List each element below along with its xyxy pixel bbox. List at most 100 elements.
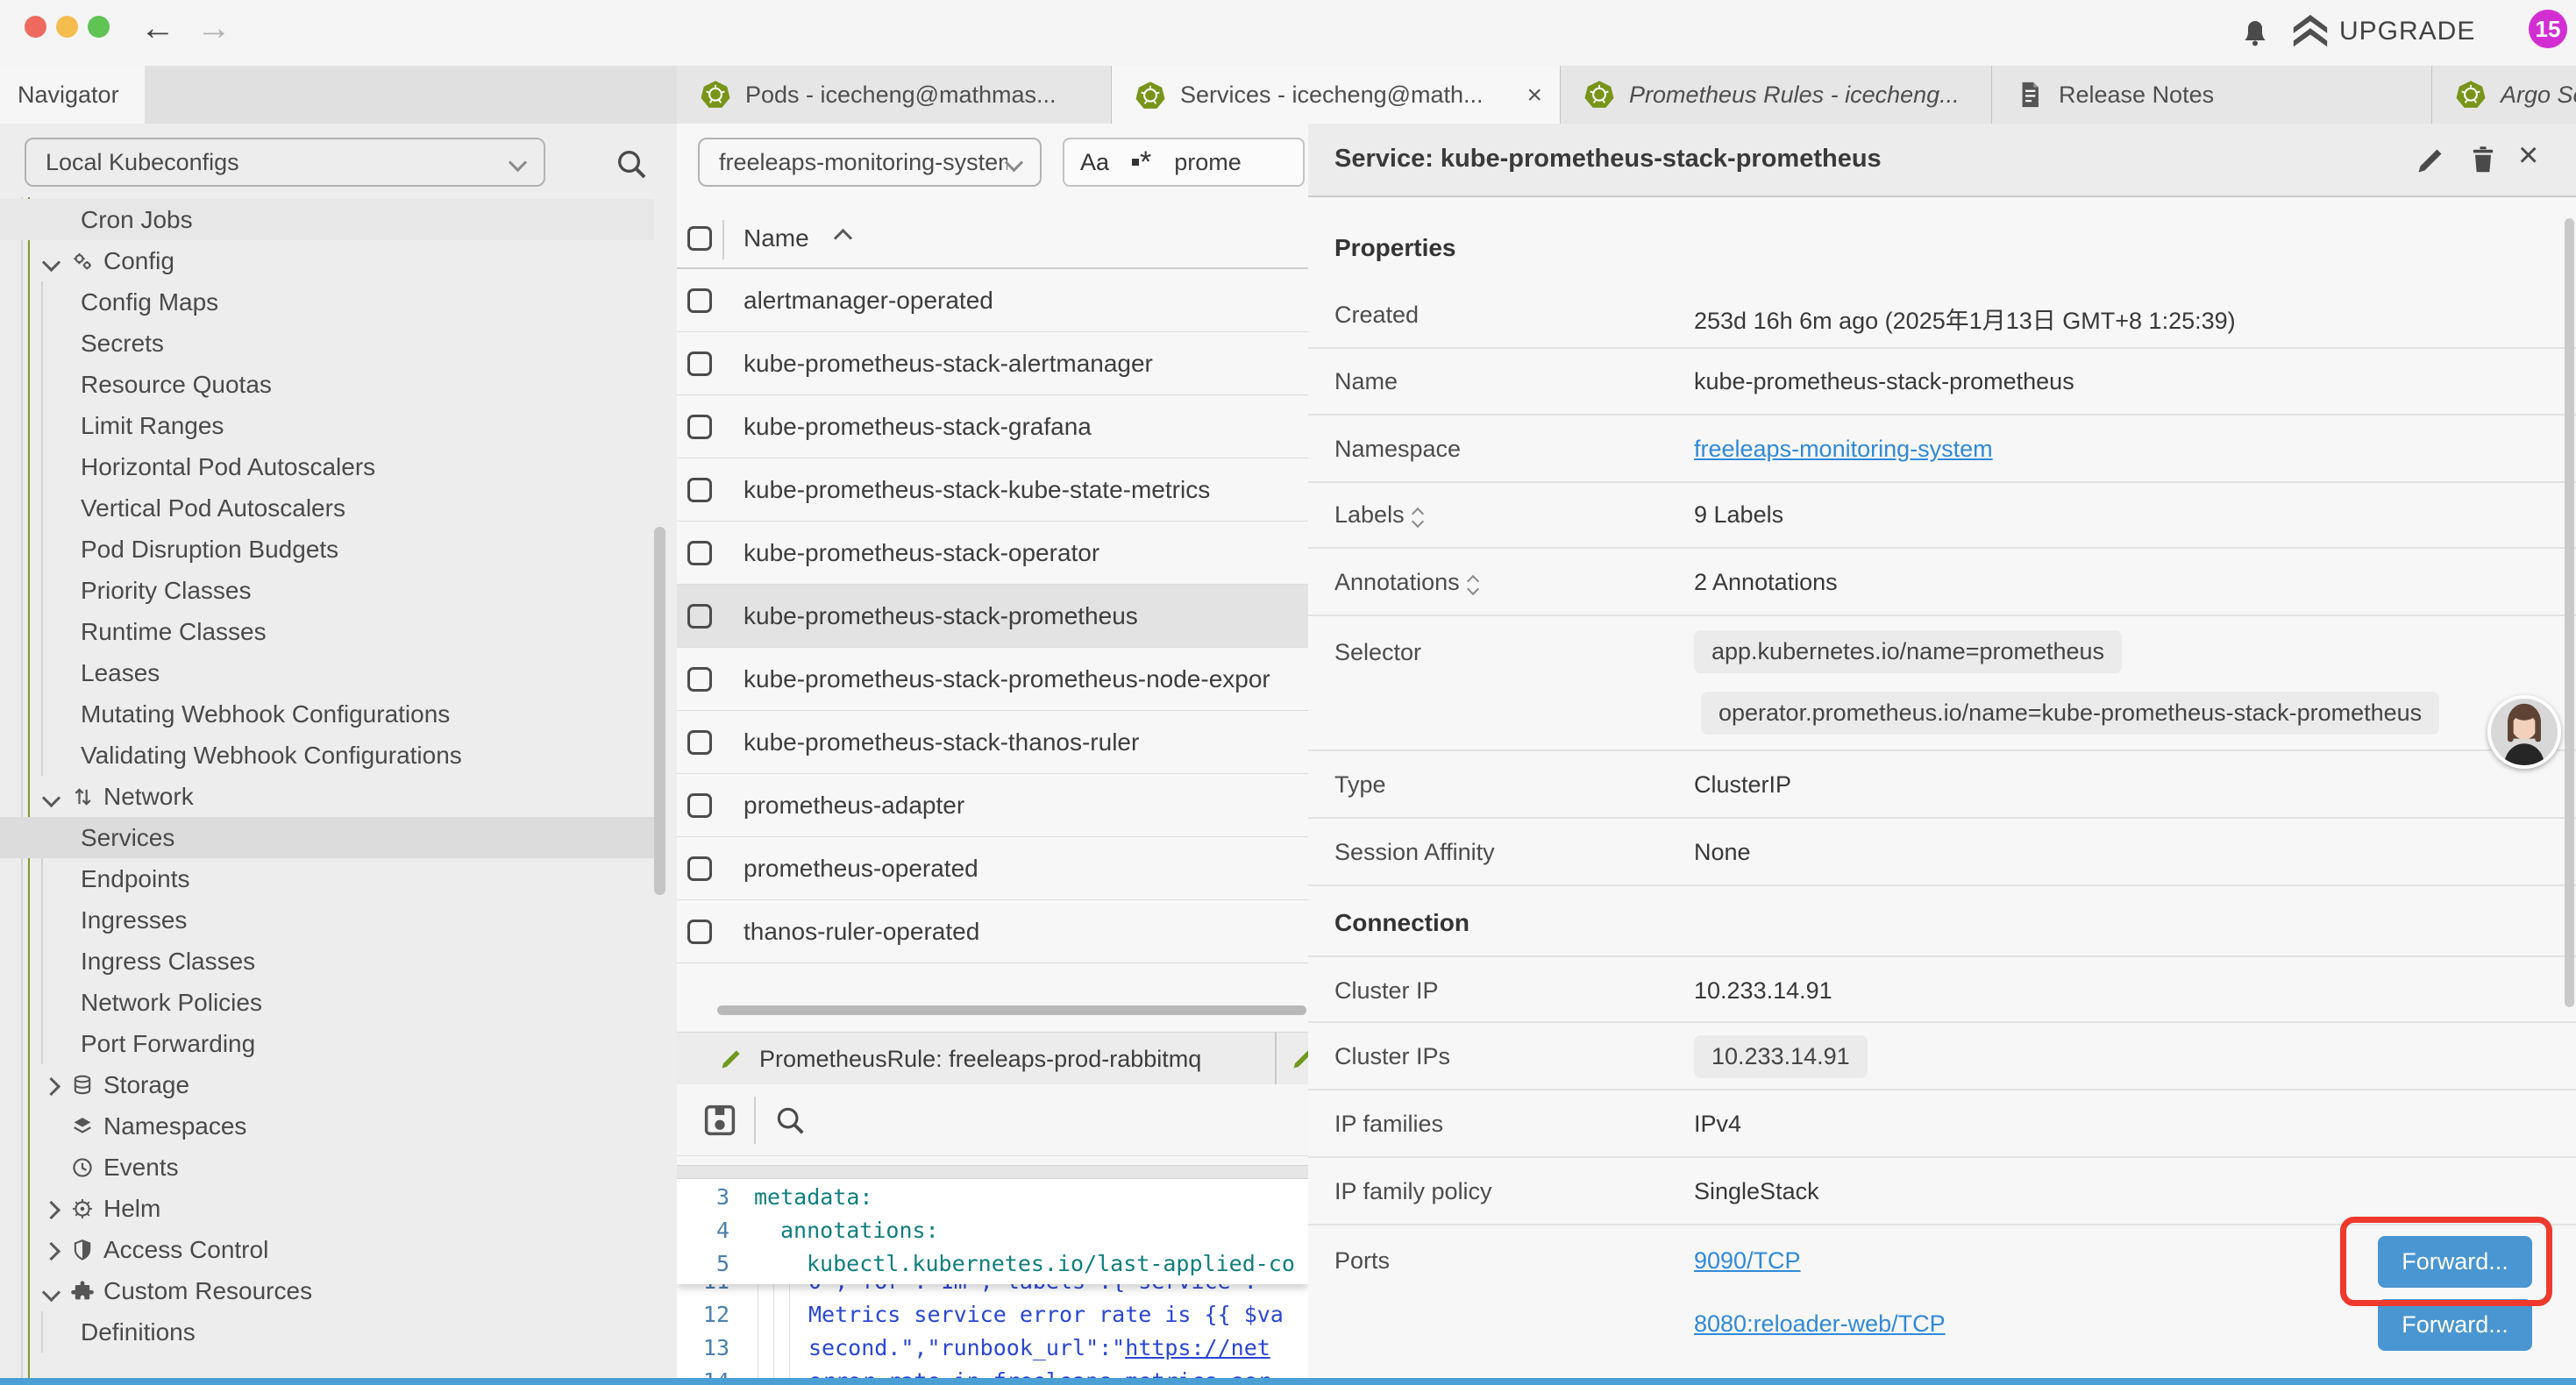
sidebar-item-ingress-classes[interactable]: Ingress Classes — [0, 941, 654, 982]
sidebar-item-custom-resources[interactable]: Custom Resources — [0, 1270, 654, 1311]
table-row[interactable]: kube-prometheus-stack-thanos-ruler — [677, 711, 1308, 774]
tab-argo[interactable]: Argo Se — [2432, 66, 2576, 124]
select-all-checkbox[interactable] — [687, 226, 712, 251]
sidebar-item-config-maps[interactable]: Config Maps — [0, 281, 654, 323]
sidebar-item-pod-disruption-budgets[interactable]: Pod Disruption Budgets — [0, 529, 654, 570]
row-checkbox[interactable] — [687, 288, 712, 313]
close-tab-icon[interactable]: × — [1526, 81, 1542, 110]
table-row[interactable]: kube-prometheus-stack-prometheus-node-ex… — [677, 648, 1308, 711]
sidebar-item-secrets[interactable]: Secrets — [0, 323, 654, 364]
row-checkbox[interactable] — [687, 920, 712, 944]
match-case-icon[interactable]: Aa — [1080, 149, 1109, 176]
navigator-panel-tab[interactable]: Navigator — [0, 66, 145, 124]
sidebar-item-limit-ranges[interactable]: Limit Ranges — [0, 405, 654, 446]
sidebar-item-helm[interactable]: Helm — [0, 1188, 654, 1229]
editor-tab-prometheusrule[interactable]: PrometheusRule: freeleaps-prod-rabbitmq — [677, 1033, 1277, 1085]
sidebar-item-config[interactable]: Config — [0, 240, 654, 281]
detail-scrollbar-thumb[interactable] — [2565, 218, 2574, 1007]
save-icon[interactable] — [701, 1102, 738, 1139]
minimize-window-button[interactable] — [56, 16, 78, 38]
sidebar-item-namespaces[interactable]: Namespaces — [0, 1105, 654, 1147]
back-button[interactable]: ← — [140, 11, 175, 46]
tab-prometheus-rules[interactable]: Prometheus Rules - icecheng... — [1561, 66, 1992, 124]
sidebar-item-resource-quotas[interactable]: Resource Quotas — [0, 364, 654, 405]
close-panel-icon[interactable]: × — [2518, 136, 2538, 175]
search-input[interactable] — [1174, 149, 1279, 176]
toolbar-divider — [754, 1097, 756, 1144]
sort-ascending-icon[interactable] — [834, 229, 852, 247]
sidebar-item-runtime-classes[interactable]: Runtime Classes — [0, 611, 654, 652]
row-checkbox[interactable] — [687, 541, 712, 565]
edit-pencil-icon[interactable] — [2415, 145, 2446, 176]
tab-pods[interactable]: Pods - icecheng@mathmas... — [677, 66, 1112, 124]
expand-collapse-icon[interactable] — [1469, 572, 1477, 593]
yaml-editor[interactable]: 110","for":"1m","labels":{"service": 12M… — [677, 1179, 1308, 1385]
sidebar-scrollbar-thumb[interactable] — [654, 527, 665, 895]
table-row[interactable]: prometheus-adapter — [677, 774, 1308, 837]
table-row[interactable]: kube-prometheus-stack-kube-state-metrics — [677, 458, 1308, 522]
row-checkbox[interactable] — [687, 352, 712, 376]
table-row[interactable]: kube-prometheus-stack-operator — [677, 522, 1308, 585]
table-row[interactable]: thanos-ruler-operated — [677, 900, 1308, 963]
table-row[interactable]: prometheus-operated — [677, 837, 1308, 900]
sidebar-item-horizontal-pod-autoscalers[interactable]: Horizontal Pod Autoscalers — [0, 446, 654, 487]
table-row-selected[interactable]: kube-prometheus-stack-prometheus — [677, 585, 1308, 648]
column-header-name[interactable]: Name — [744, 224, 809, 252]
sidebar-item-network-policies[interactable]: Network Policies — [0, 982, 654, 1023]
expand-collapse-icon[interactable] — [1413, 504, 1422, 526]
forward-button[interactable]: → — [196, 11, 231, 46]
row-checkbox[interactable] — [687, 478, 712, 502]
detail-row-type: Type ClusterIP — [1308, 751, 2576, 819]
notifications-bell-icon[interactable] — [2238, 12, 2273, 51]
table-row[interactable]: alertmanager-operated — [677, 269, 1308, 332]
service-detail-panel: Service: kube-prometheus-stack-prometheu… — [1308, 124, 2576, 1385]
code-link[interactable]: https://net — [1125, 1335, 1270, 1360]
sidebar-item-priority-classes[interactable]: Priority Classes — [0, 570, 654, 611]
horizontal-scrollbar-thumb[interactable] — [717, 1005, 1306, 1015]
sidebar-item-validating-webhook-configurations[interactable]: Validating Webhook Configurations — [0, 735, 654, 776]
upgrade-icon[interactable] — [2290, 11, 2330, 53]
row-checkbox[interactable] — [687, 604, 712, 629]
row-checkbox[interactable] — [687, 793, 712, 818]
forward-port-button[interactable]: Forward... — [2378, 1236, 2532, 1288]
resource-search-box[interactable]: Aa * — [1063, 138, 1305, 187]
layers-icon — [70, 1114, 95, 1139]
sidebar-item-access-control[interactable]: Access Control — [0, 1229, 654, 1270]
row-checkbox[interactable] — [687, 667, 712, 692]
sidebar-item-events[interactable]: Events — [0, 1147, 654, 1188]
sidebar-item-endpoints[interactable]: Endpoints — [0, 858, 654, 899]
maximize-window-button[interactable] — [88, 16, 110, 38]
sidebar-item-mutating-webhook-configurations[interactable]: Mutating Webhook Configurations — [0, 693, 654, 735]
sidebar-item-ingresses[interactable]: Ingresses — [0, 899, 654, 941]
close-window-button[interactable] — [25, 16, 46, 38]
kubeconfig-select[interactable]: Local Kubeconfigs — [25, 138, 545, 187]
namespace-link[interactable]: freeleaps-monitoring-system — [1694, 436, 1993, 463]
forward-port-button[interactable]: Forward... — [2378, 1299, 2532, 1351]
namespace-select[interactable]: freeleaps-monitoring-system — [698, 138, 1042, 187]
tab-services-active[interactable]: Services - icecheng@math... × — [1112, 66, 1561, 124]
avatar[interactable] — [2487, 695, 2561, 769]
tab-release-notes[interactable]: Release Notes — [1992, 66, 2432, 124]
delete-trash-icon[interactable] — [2467, 143, 2499, 176]
chevron-down-icon — [509, 153, 527, 171]
upgrade-label[interactable]: UPGRADE — [2339, 17, 2475, 46]
notification-count-badge[interactable]: 15 — [2529, 10, 2567, 48]
row-checkbox[interactable] — [687, 856, 712, 881]
sidebar-item-leases[interactable]: Leases — [0, 652, 654, 693]
table-row[interactable]: kube-prometheus-stack-grafana — [677, 395, 1308, 458]
sidebar-item-storage[interactable]: Storage — [0, 1064, 654, 1105]
sidebar-item-services[interactable]: Services — [0, 817, 654, 858]
port-link[interactable]: 9090/TCP — [1694, 1247, 1801, 1275]
sidebar-search-icon[interactable] — [614, 146, 649, 181]
row-checkbox[interactable] — [687, 415, 712, 439]
sidebar-item-cron-jobs[interactable]: Cron Jobs — [0, 199, 654, 240]
sidebar-item-definitions[interactable]: Definitions — [0, 1311, 654, 1353]
sidebar-item-network[interactable]: Network — [0, 776, 654, 817]
sidebar-item-vertical-pod-autoscalers[interactable]: Vertical Pod Autoscalers — [0, 487, 654, 529]
row-checkbox[interactable] — [687, 730, 712, 755]
regex-icon[interactable]: * — [1132, 153, 1151, 171]
sidebar-item-port-forwarding[interactable]: Port Forwarding — [0, 1023, 654, 1064]
port-link[interactable]: 8080:reloader-web/TCP — [1694, 1310, 1946, 1338]
table-row[interactable]: kube-prometheus-stack-alertmanager — [677, 332, 1308, 395]
editor-search-icon[interactable] — [773, 1104, 807, 1137]
